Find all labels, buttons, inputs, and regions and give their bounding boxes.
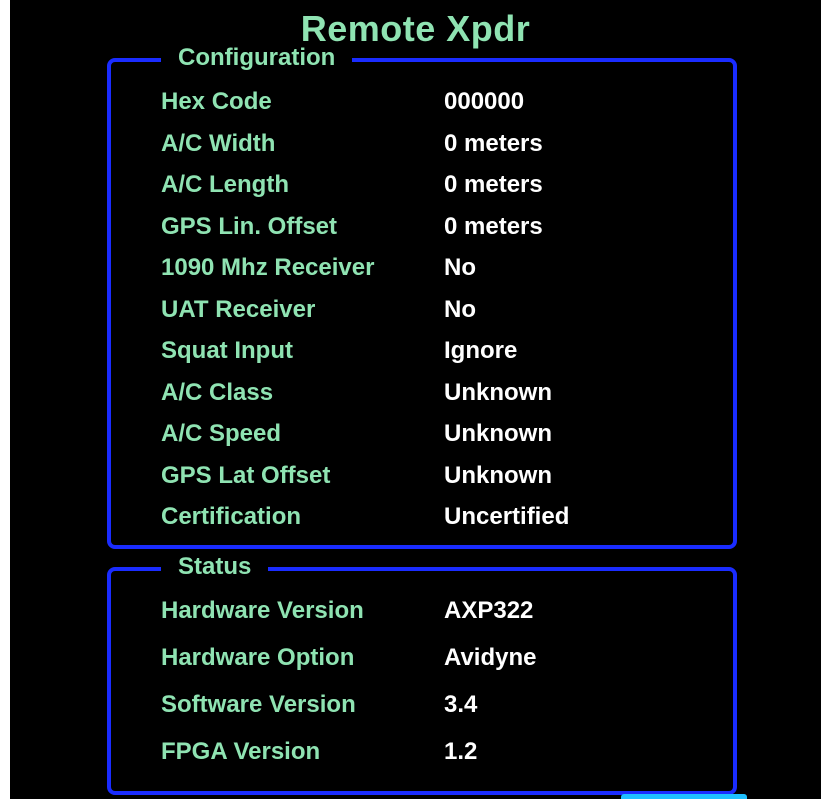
config-row-squat-input: Squat Input Ignore: [161, 336, 721, 366]
config-row-uat-receiver: UAT Receiver No: [161, 295, 721, 325]
config-value: Unknown: [444, 461, 552, 489]
status-panel: Status Hardware Version AXP322 Hardware …: [107, 552, 737, 795]
config-label: Squat Input: [161, 337, 293, 364]
config-value: 0 meters: [444, 212, 543, 240]
status-value: AXP322: [444, 597, 534, 624]
config-label: Hex Code: [161, 88, 272, 115]
config-label: GPS Lat Offset: [161, 461, 331, 489]
config-value: Unknown: [444, 420, 552, 447]
status-label: FPGA Version: [161, 738, 321, 765]
configuration-heading: Configuration: [161, 43, 353, 73]
status-value: Avidyne: [444, 644, 537, 671]
config-value: 0 meters: [444, 129, 543, 157]
status-value: 3.4: [444, 691, 478, 718]
config-row-1090-receiver: 1090 Mhz Receiver No: [161, 253, 721, 283]
config-row-hex-code: Hex Code 000000: [161, 87, 721, 117]
status-value: 1.2: [444, 738, 478, 765]
status-row-hardware-option: Hardware Option Avidyne: [161, 643, 721, 673]
status-label: Software Version: [161, 691, 356, 718]
config-value: 000000: [444, 88, 525, 115]
config-row-gps-lat-offset: GPS Lat Offset Unknown: [161, 461, 721, 491]
status-label: Hardware Option: [161, 644, 355, 671]
config-row-ac-speed: A/C Speed Unknown: [161, 419, 721, 449]
config-label: A/C Width: [161, 129, 276, 157]
config-row-certification: Certification Uncertified: [161, 502, 721, 532]
status-heading: Status: [161, 552, 269, 582]
config-row-gps-lin-offset: GPS Lin. Offset 0 meters: [161, 212, 721, 242]
config-label: Certification: [161, 503, 302, 530]
config-row-ac-width: A/C Width 0 meters: [161, 129, 721, 159]
config-label: A/C Speed: [161, 420, 282, 447]
config-label: A/C Class: [161, 378, 274, 406]
config-row-ac-class: A/C Class Unknown: [161, 378, 721, 408]
status-row-software-version: Software Version 3.4: [161, 690, 721, 720]
configuration-panel: Configuration Hex Code 000000 A/C Width …: [107, 43, 737, 549]
config-value: Unknown: [444, 378, 552, 406]
config-value: No: [444, 254, 476, 281]
config-value: No: [444, 295, 476, 323]
status-row-hardware-version: Hardware Version AXP322: [161, 596, 721, 626]
config-label: A/C Length: [161, 171, 289, 198]
config-value: 0 meters: [444, 171, 543, 198]
config-value: Uncertified: [444, 503, 570, 530]
status-row-fpga-version: FPGA Version 1.2: [161, 737, 721, 767]
display-screen: Remote Xpdr Configuration Hex Code 00000…: [10, 0, 821, 799]
config-value: Ignore: [444, 337, 518, 364]
status-label: Hardware Version: [161, 597, 364, 624]
config-label: GPS Lin. Offset: [161, 212, 338, 240]
config-label: UAT Receiver: [161, 295, 316, 323]
config-row-ac-length: A/C Length 0 meters: [161, 170, 721, 200]
page-title: Remote Xpdr: [300, 8, 531, 49]
softkey-tab[interactable]: [621, 794, 747, 799]
config-label: 1090 Mhz Receiver: [161, 254, 375, 281]
